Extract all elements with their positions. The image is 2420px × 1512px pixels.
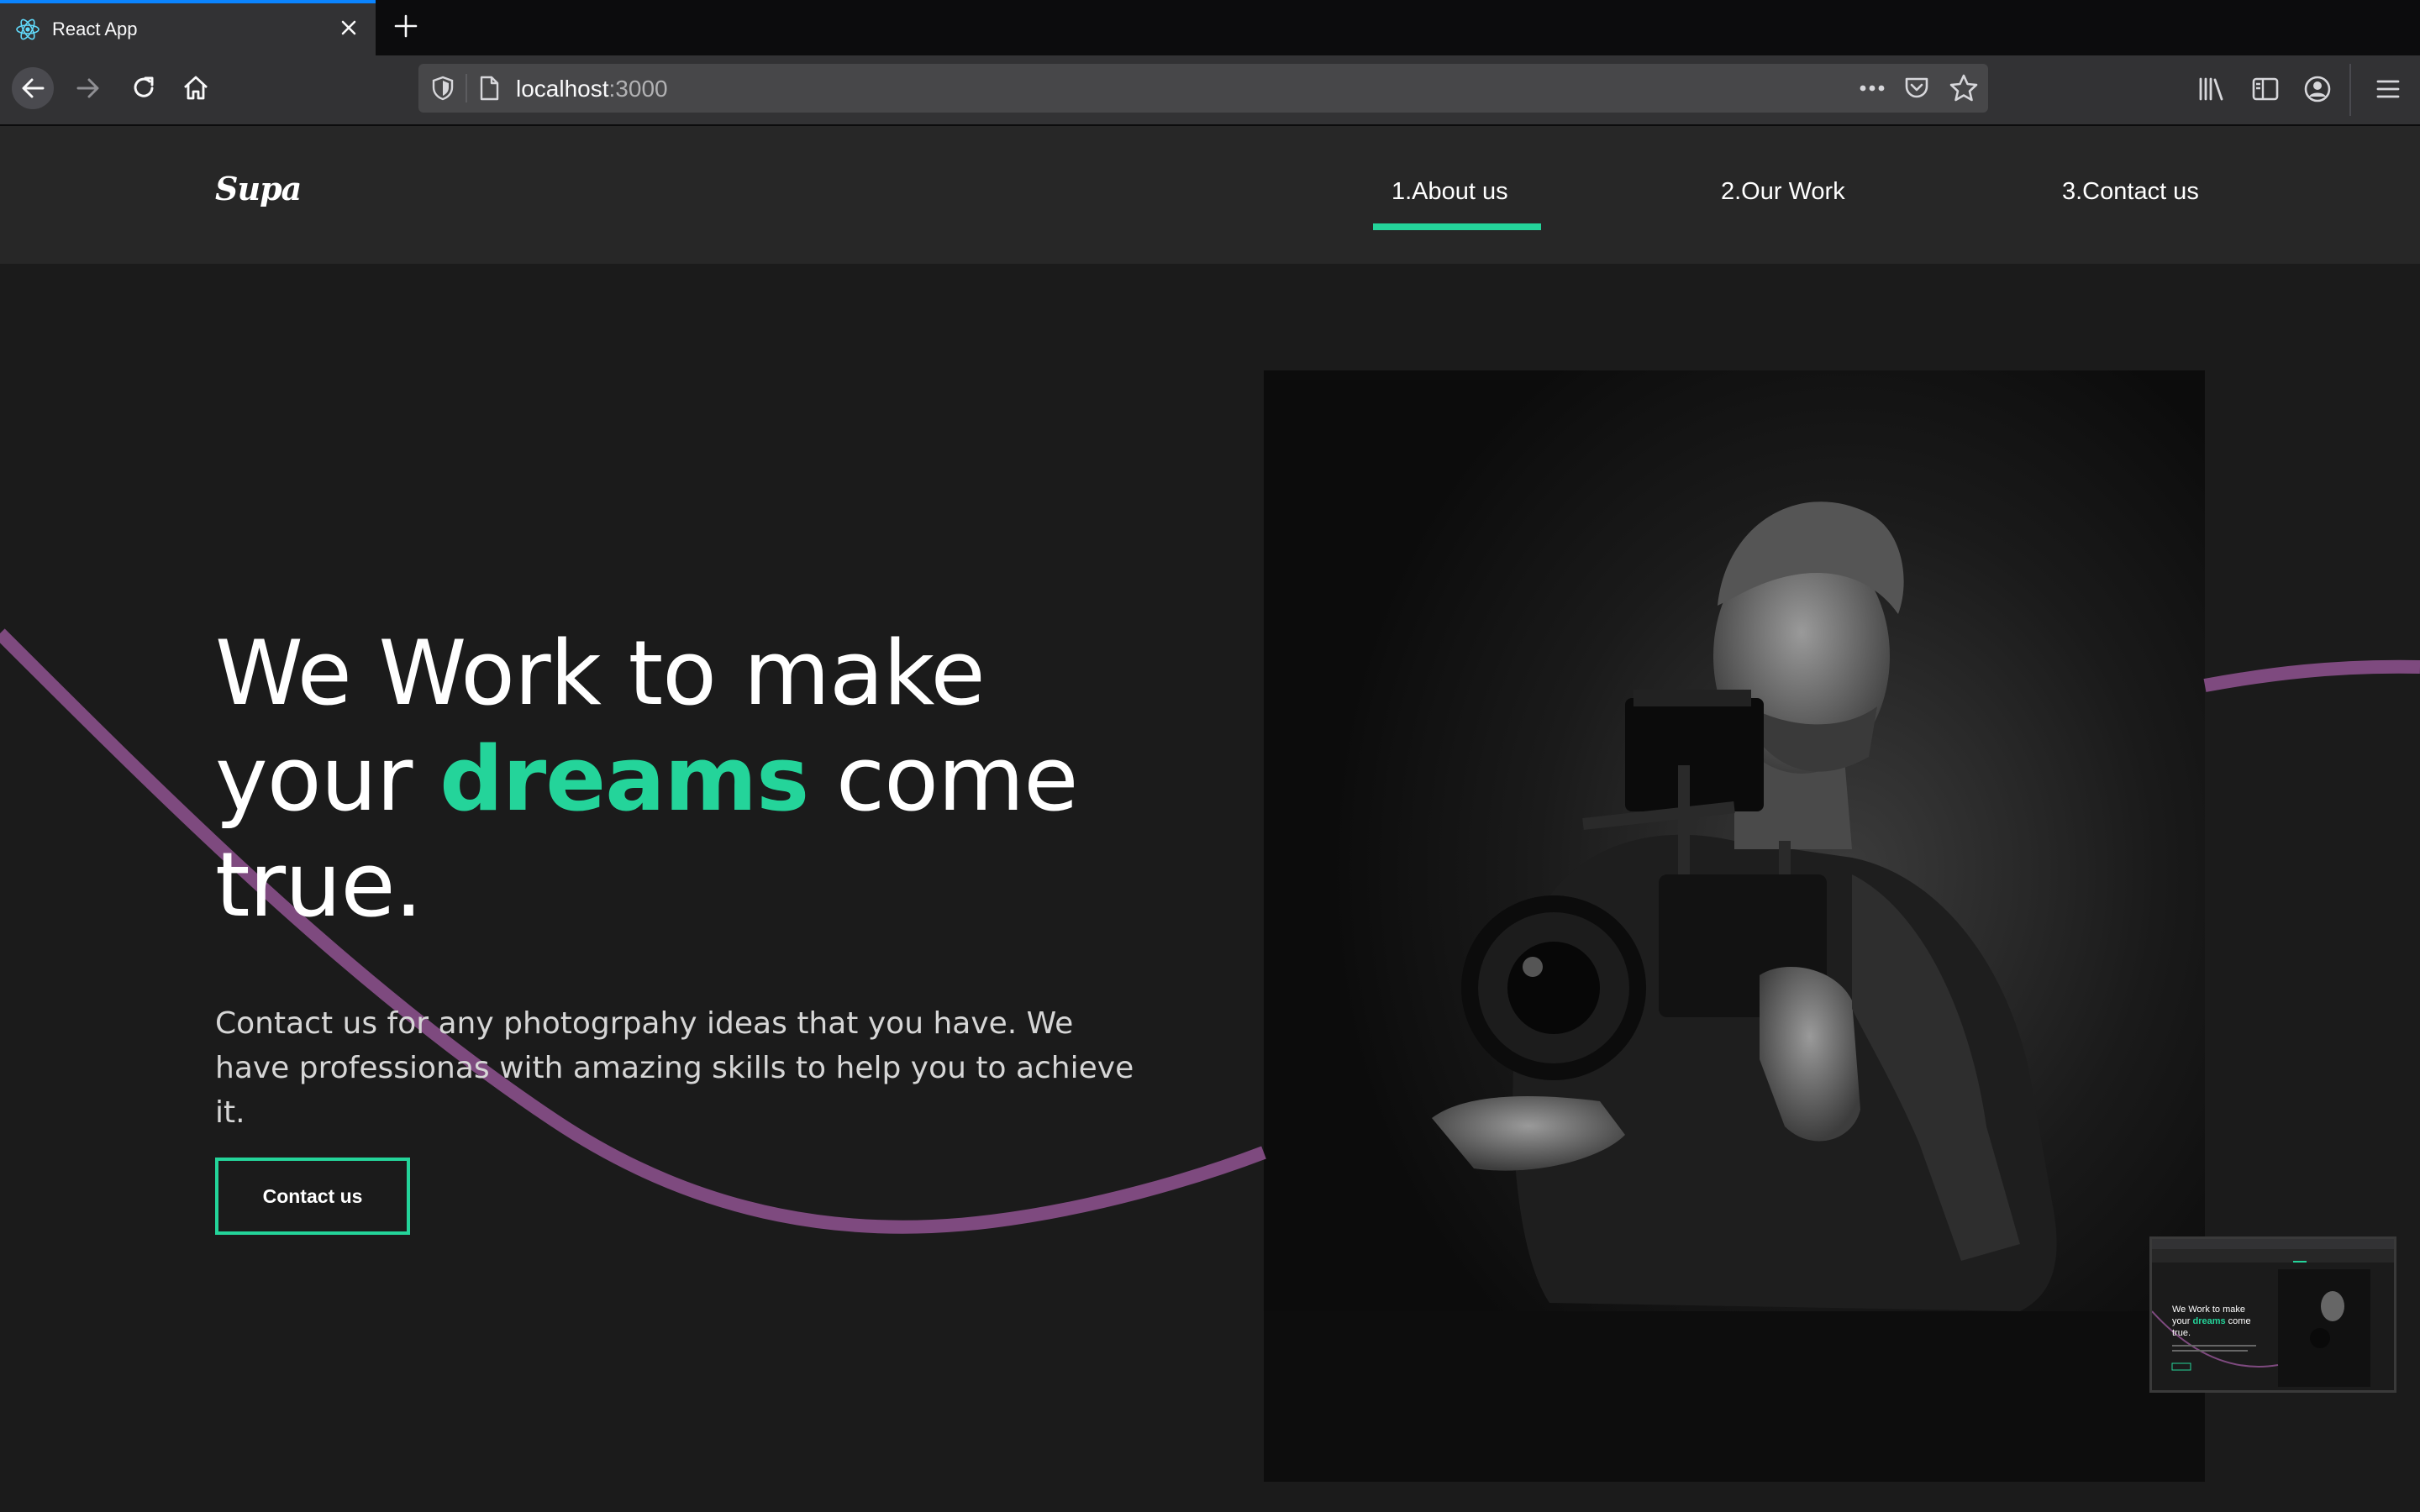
nav-about-us[interactable]: 1.About us [1392,178,1508,206]
headline-your: your [215,727,413,831]
hero-section: We Work to make your dreams come true. C… [0,264,2420,1512]
react-icon [16,18,39,40]
pip-line3: true. [2172,1328,2191,1338]
page-icon[interactable] [477,75,501,102]
svg-text:your dreams come: your dreams come [2172,1316,2251,1326]
reload-button[interactable] [123,67,165,109]
pip-preview-image: We Work to make your dreams come true. [2152,1239,2394,1390]
site-header: Supa 1.About us 2.Our Work 3.Contact us [0,126,2420,264]
toolbar-separator [2349,64,2351,116]
browser-toolbar: localhost:3000 [0,55,2420,126]
active-nav-indicator [1373,223,1541,230]
plus-icon[interactable] [392,12,420,40]
reload-icon [134,76,154,97]
hamburger-menu-icon[interactable] [2371,72,2405,106]
address-bar[interactable]: localhost:3000 [418,64,1988,113]
browser-tab[interactable]: React App [0,0,376,55]
pip-preview-window[interactable]: We Work to make your dreams come true. [2149,1236,2396,1393]
home-icon [184,76,208,100]
pip-line2-post: come [2228,1316,2251,1326]
pip-line2-pre: your [2172,1316,2191,1326]
headline-highlight: dreams [439,727,809,831]
nav-our-work[interactable]: 2.Our Work [1721,178,1845,206]
account-icon[interactable] [2301,72,2334,106]
hero-headline: We Work to make your dreams come true. [215,621,1223,938]
contact-us-button[interactable]: Contact us [215,1158,410,1235]
url-text[interactable]: localhost:3000 [516,76,668,102]
hero-subtext: Contact us for any photogrpahy ideas tha… [215,1006,1134,1130]
library-icon[interactable] [2195,72,2228,106]
back-icon [22,78,45,98]
site-logo[interactable]: Supa [215,170,302,207]
pip-line2-highlight: dreams [2192,1316,2225,1326]
back-button[interactable] [12,67,54,109]
url-separator [466,74,467,102]
sidebar-icon[interactable] [2249,72,2282,106]
pocket-icon[interactable] [1902,74,1931,102]
headline-come: come [835,727,1079,831]
pip-line1: We Work to make [2172,1305,2245,1315]
browser-tab-bar: React App [0,0,2420,55]
forward-button[interactable] [67,67,109,109]
star-icon[interactable] [1948,72,1980,104]
url-host: localhost [516,76,609,102]
headline-line3: true. [215,833,423,937]
tab-title: React App [52,18,138,39]
headline-line1: We Work to make [215,622,986,725]
forward-icon [76,78,99,98]
close-icon[interactable] [336,15,361,40]
url-port: :3000 [608,76,668,102]
home-button[interactable] [175,67,217,109]
nav-contact-us[interactable]: 3.Contact us [2062,178,2199,206]
meatball-menu-icon[interactable] [1855,72,1889,104]
shield-icon[interactable] [430,75,455,102]
